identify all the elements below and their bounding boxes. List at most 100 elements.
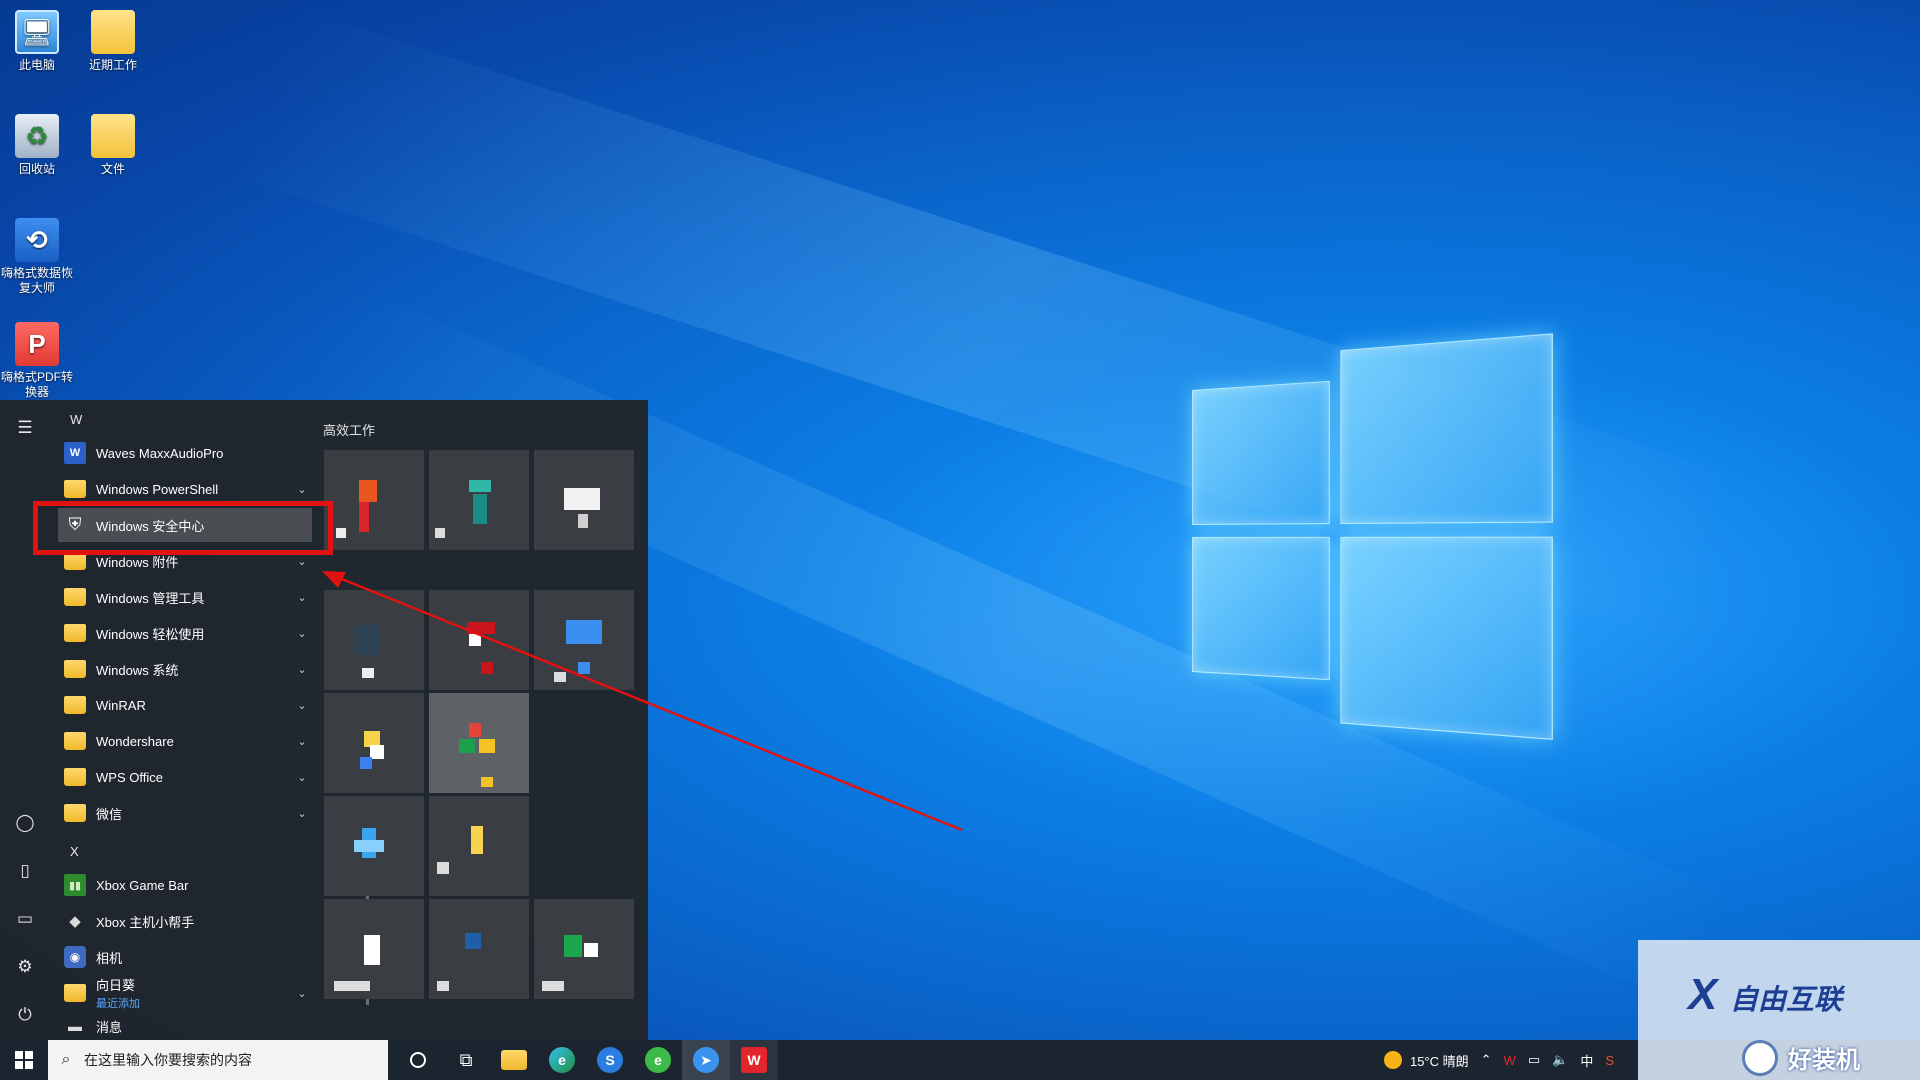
app-wechat[interactable]: 微信 ⌄ — [58, 796, 312, 830]
app-label: 相机 — [96, 950, 123, 966]
hamburger-menu-icon[interactable]: ☰ — [0, 408, 50, 448]
windows-start-icon — [15, 1051, 33, 1069]
folder-icon — [64, 696, 86, 714]
desktop-icon-recent-work[interactable]: 近期工作 — [76, 10, 150, 73]
network-icon[interactable]: ▭ — [1522, 1052, 1546, 1068]
camera-icon: ◉ — [64, 946, 86, 968]
chevron-down-icon: ⌄ — [297, 771, 307, 784]
app-label: 微信 — [96, 806, 123, 822]
ime-indicator[interactable]: 中 — [1574, 1051, 1599, 1070]
weather-widget[interactable]: 15°C 晴朗 — [1378, 1051, 1475, 1070]
taskbar-wps[interactable]: W — [730, 1040, 778, 1080]
green-app-icon: e — [645, 1047, 671, 1073]
app-tile[interactable] — [429, 450, 529, 550]
app-windows-system[interactable]: Windows 系统 ⌄ — [58, 652, 312, 686]
taskbar-edge[interactable]: e — [538, 1040, 586, 1080]
chevron-down-icon: ⌄ — [297, 627, 307, 640]
app-tile[interactable] — [324, 450, 424, 550]
desktop-icon-this-pc[interactable]: 🖥 此电脑 — [0, 10, 74, 73]
app-windows-ease-of-access[interactable]: Windows 轻松使用 ⌄ — [58, 616, 312, 650]
chevron-down-icon: ⌄ — [297, 663, 307, 676]
power-icon[interactable]: ⏻ — [0, 995, 50, 1035]
app-label: 消息 — [96, 1019, 123, 1035]
section-header-x[interactable]: X — [70, 844, 79, 859]
volume-icon[interactable]: 🔈 — [1546, 1052, 1574, 1068]
search-input[interactable] — [84, 1052, 374, 1068]
desktop-icon-recycle-bin[interactable]: ♻ 回收站 — [0, 114, 74, 177]
folder-icon — [64, 588, 86, 606]
app-wps-office[interactable]: WPS Office ⌄ — [58, 760, 312, 794]
sogou-icon[interactable]: S — [1599, 1053, 1620, 1068]
cortana-button[interactable] — [394, 1040, 442, 1080]
app-label: Windows 管理工具 — [96, 590, 205, 606]
app-label-main: 向日葵 — [96, 978, 136, 993]
app-winrar[interactable]: WinRAR ⌄ — [58, 688, 312, 722]
app-tile[interactable] — [324, 899, 424, 999]
watermark: X 自由互联 好装机 — [1638, 940, 1920, 1080]
app-camera[interactable]: ◉ 相机 — [58, 940, 312, 974]
settings-gear-icon[interactable]: ⚙ — [0, 947, 50, 987]
start-button[interactable] — [0, 1040, 48, 1080]
highlight-box — [33, 501, 333, 555]
app-tile[interactable] — [324, 693, 424, 793]
app-tile[interactable] — [534, 450, 634, 550]
documents-icon[interactable]: ▯ — [0, 851, 50, 891]
data-recovery-icon: ⟲ — [15, 218, 59, 262]
app-waves-maxxaudiopro[interactable]: W Waves MaxxAudioPro — [58, 436, 312, 470]
taskbar-feishu[interactable]: ➤ — [682, 1040, 730, 1080]
taskbar-search-box[interactable]: ⌕ — [48, 1040, 388, 1080]
tray-chevron-up-icon[interactable]: ⌃ — [1475, 1052, 1498, 1068]
desktop-icon-files[interactable]: 文件 — [76, 114, 150, 177]
desktop-icon-label: 近期工作 — [88, 58, 137, 72]
chevron-down-icon: ⌄ — [297, 483, 307, 496]
tile-group-title[interactable]: 高效工作 — [323, 420, 375, 439]
pdf-converter-icon: P — [15, 322, 59, 366]
chevron-down-icon: ⌄ — [297, 807, 307, 820]
pictures-icon[interactable]: ▭ — [0, 899, 50, 939]
chevron-down-icon: ⌄ — [297, 591, 307, 604]
folder-icon — [91, 10, 135, 54]
app-tile[interactable] — [429, 693, 529, 793]
taskbar-skype[interactable]: S — [586, 1040, 634, 1080]
app-messages[interactable]: ▬ 消息 — [58, 1012, 312, 1040]
desktop-icon-label: 嗨格式数据恢复大师 — [0, 266, 73, 295]
search-icon: ⌕ — [61, 1051, 71, 1068]
app-xbox-companion[interactable]: ◆ Xbox 主机小帮手 — [58, 904, 312, 938]
recently-added-label: 最近添加 — [96, 998, 140, 1010]
app-tile[interactable] — [324, 590, 424, 690]
folder-icon — [64, 768, 86, 786]
app-label: Wondershare — [96, 733, 174, 749]
xbox-icon: ▮▮ — [64, 874, 86, 896]
wps-tray-icon[interactable]: W — [1498, 1053, 1522, 1068]
task-view-button[interactable]: ⧉ — [442, 1040, 490, 1080]
app-label: Xbox Game Bar — [96, 877, 189, 893]
app-list: W W Waves MaxxAudioPro Windows PowerShel… — [52, 400, 369, 1040]
taskbar-file-explorer[interactable] — [490, 1040, 538, 1080]
app-sunflower[interactable]: 向日葵 最近添加 ⌄ — [58, 976, 312, 1010]
taskbar: ⌕ ⧉ e S e ➤ W 15°C 晴朗 ⌃ W ▭ 🔈 中 S — [0, 1040, 1920, 1080]
taskbar-green-app[interactable]: e — [634, 1040, 682, 1080]
desktop-icon-pdf-converter[interactable]: P 嗨格式PDF转换器 — [0, 322, 74, 400]
app-label: Windows 系统 — [96, 662, 179, 678]
recycle-bin-icon: ♻ — [15, 114, 59, 158]
app-tile[interactable] — [324, 796, 424, 896]
app-tile[interactable] — [534, 590, 634, 690]
app-tile[interactable] — [429, 899, 529, 999]
pc-icon: 🖥 — [15, 10, 59, 54]
watermark-x-icon: X — [1688, 970, 1718, 1019]
app-xbox-game-bar[interactable]: ▮▮ Xbox Game Bar — [58, 868, 312, 902]
cortana-icon — [410, 1052, 426, 1068]
app-tile[interactable] — [429, 590, 529, 690]
desktop-icon-data-recovery[interactable]: ⟲ 嗨格式数据恢复大师 — [0, 218, 74, 296]
app-windows-admin-tools[interactable]: Windows 管理工具 ⌄ — [58, 580, 312, 614]
task-view-icon: ⧉ — [459, 1049, 473, 1070]
app-tile[interactable] — [534, 899, 634, 999]
folder-icon — [64, 624, 86, 642]
app-wondershare[interactable]: Wondershare ⌄ — [58, 724, 312, 758]
app-tile[interactable] — [429, 796, 529, 896]
waves-icon: W — [64, 442, 86, 464]
message-icon: ▬ — [68, 1018, 82, 1034]
section-header-w[interactable]: W — [70, 412, 82, 427]
chevron-down-icon: ⌄ — [297, 987, 307, 1000]
user-account-icon[interactable]: ◯ — [0, 803, 50, 843]
